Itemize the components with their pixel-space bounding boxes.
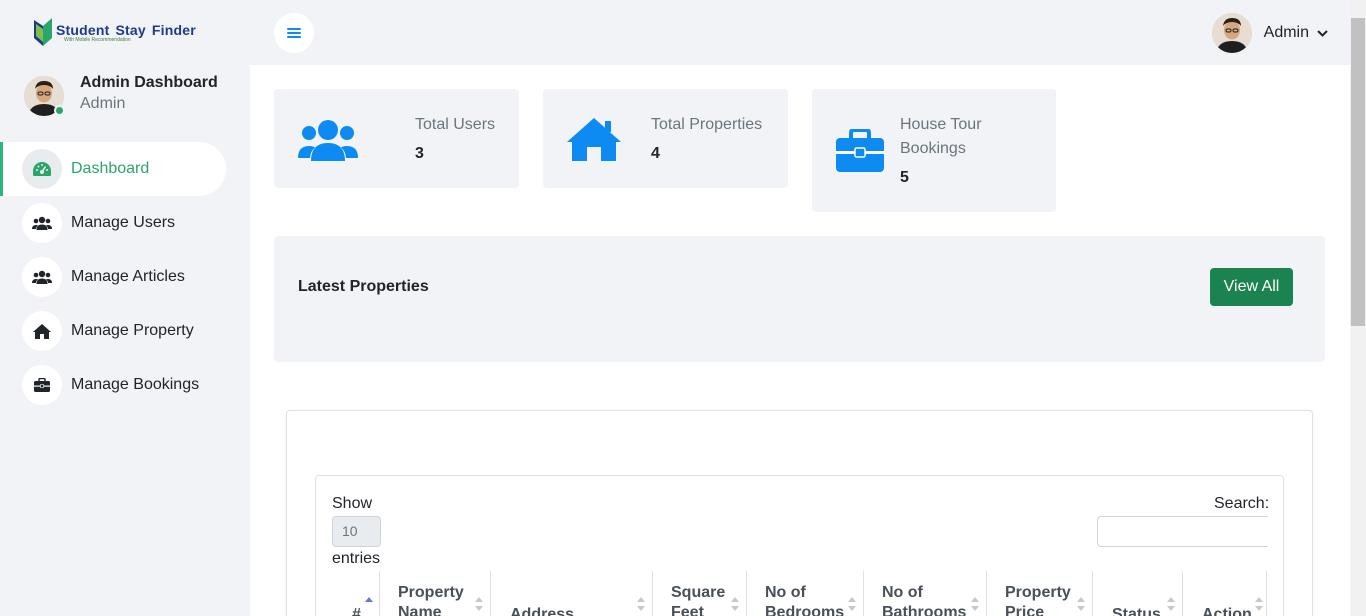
- user-avatar: [1211, 13, 1252, 53]
- stat-value: 5: [900, 169, 909, 186]
- length-show-label: Show: [332, 495, 373, 512]
- sort-icon: [1167, 597, 1175, 611]
- sort-asc-icon: [365, 597, 373, 602]
- sidebar-item-manage-bookings[interactable]: Manage Bookings: [0, 358, 250, 412]
- sort-icon: [1255, 597, 1263, 611]
- sort-icon: [1077, 597, 1085, 611]
- users-icon: [22, 257, 62, 297]
- sidebar: Student Stay Finder With Mobile Recommenda…: [0, 0, 250, 616]
- user-menu[interactable]: Admin: [1211, 13, 1328, 53]
- stat-card-total-properties: Total Properties 4: [543, 89, 788, 188]
- view-all-button[interactable]: View All: [1210, 268, 1293, 306]
- users-icon: [298, 119, 358, 166]
- sidebar-item-label: Manage Users: [71, 214, 176, 231]
- briefcase-icon: [836, 128, 884, 177]
- brand-logo[interactable]: Student Stay Finder With Mobile Recommenda…: [32, 16, 196, 48]
- column-header-bedrooms[interactable]: No of Bedrooms: [746, 571, 863, 616]
- table-header: # Property Name Address Square Feet No of B…: [332, 571, 1267, 616]
- column-header-square-feet[interactable]: Square Feet: [652, 571, 746, 616]
- briefcase-icon: [22, 365, 62, 405]
- stat-label: Bookings: [900, 140, 966, 157]
- latest-properties-panel: Latest Properties View All: [274, 236, 1325, 362]
- column-header-property-price[interactable]: Property Price: [986, 571, 1092, 616]
- stat-label: House Tour: [900, 116, 982, 133]
- column-header-text: No of Bathrooms: [882, 584, 967, 616]
- profile: Admin Dashboard Admin: [24, 74, 218, 116]
- sort-icon: [637, 597, 645, 611]
- sidebar-item-manage-users[interactable]: Manage Users: [0, 196, 250, 250]
- sort-icon: [731, 597, 739, 611]
- stat-value: 4: [651, 145, 660, 162]
- column-header-text: Square Feet: [671, 584, 726, 616]
- sort-icon: [971, 597, 979, 611]
- stat-value: 3: [415, 145, 424, 162]
- online-status-dot: [54, 105, 65, 116]
- brand-title: Student Stay Finder: [56, 21, 196, 38]
- profile-role: Admin: [80, 95, 126, 112]
- column-header-text: No of Bedrooms: [765, 584, 845, 616]
- column-header-address[interactable]: Address: [490, 571, 652, 616]
- home-icon: [567, 118, 621, 166]
- hamburger-icon: [287, 28, 301, 38]
- sidebar-item-dashboard[interactable]: Dashboard: [0, 142, 226, 196]
- chevron-down-icon: [1317, 29, 1328, 37]
- home-icon: [22, 311, 62, 351]
- sort-icon: [848, 597, 856, 611]
- entries-length-select[interactable]: 10: [332, 516, 381, 547]
- profile-name: Admin Dashboard: [80, 74, 218, 91]
- menu-toggle-button[interactable]: [274, 13, 314, 53]
- column-header-index[interactable]: #: [332, 571, 379, 616]
- sort-icon: [475, 597, 483, 611]
- sidebar-item-label: Manage Articles: [71, 268, 185, 285]
- user-name: Admin: [1263, 24, 1309, 41]
- sidebar-item-label: Dashboard: [71, 160, 150, 177]
- column-header-status[interactable]: Status: [1092, 571, 1182, 616]
- column-header-bathrooms[interactable]: No of Bathrooms: [863, 571, 986, 616]
- stat-label: Total Users: [415, 116, 496, 133]
- sidebar-nav: Dashboard Manage Users Manage Articles M…: [0, 142, 250, 412]
- stat-card-total-users: Total Users 3: [274, 89, 519, 188]
- page-scrollbar[interactable]: [1350, 0, 1366, 616]
- sidebar-item-label: Manage Property: [71, 322, 194, 339]
- stat-label: Total Properties: [651, 116, 763, 133]
- topbar: Admin: [250, 0, 1350, 65]
- column-header-action[interactable]: Action: [1182, 571, 1267, 616]
- avatar: [24, 76, 65, 116]
- length-entries-label: entries: [332, 550, 381, 567]
- column-header-text: Property Price: [1005, 584, 1071, 616]
- column-header-text: Property Name: [398, 584, 464, 616]
- section-title: Latest Properties: [298, 278, 429, 295]
- search-input[interactable]: [1097, 516, 1268, 547]
- column-header-property-name[interactable]: Property Name: [379, 571, 490, 616]
- sidebar-item-label: Manage Bookings: [71, 376, 200, 393]
- users-icon: [22, 203, 62, 243]
- scrollbar-thumb[interactable]: [1351, 18, 1365, 326]
- logo-icon: [34, 18, 52, 46]
- sidebar-item-manage-property[interactable]: Manage Property: [0, 304, 250, 358]
- gauge-icon: [22, 149, 62, 189]
- stat-card-house-tour-bookings: House Tour Bookings 5: [812, 89, 1056, 212]
- search-label: Search:: [1214, 495, 1270, 512]
- sidebar-item-manage-articles[interactable]: Manage Articles: [0, 250, 250, 304]
